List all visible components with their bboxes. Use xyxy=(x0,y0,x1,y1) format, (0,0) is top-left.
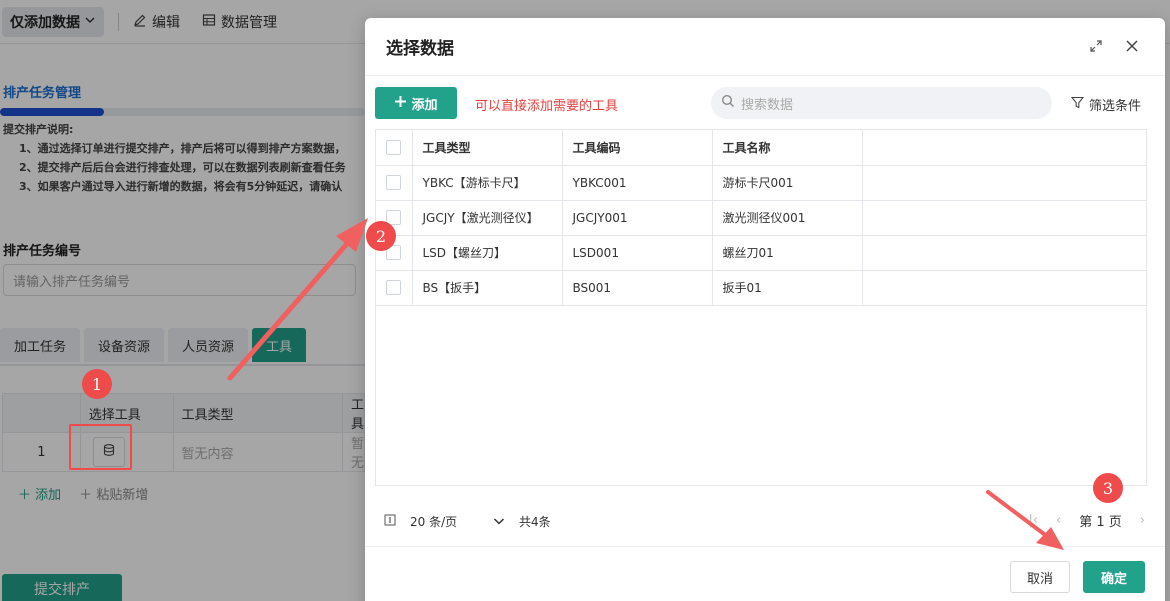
pagination-right: |‹ ‹ 第 1 页 › xyxy=(1028,511,1145,530)
column-header-name: 工具名称 xyxy=(712,130,863,166)
data-table-grid: 工具类型 工具编码 工具名称 YBKC【游标卡尺】 YBKC001 游标卡尺00… xyxy=(376,130,1146,306)
table-row[interactable]: BS【扳手】 BS001 扳手01 xyxy=(376,270,1146,306)
cell-code: LSD001 xyxy=(562,235,713,271)
dialog-add-label: 添加 xyxy=(411,97,438,113)
step-marker-1: 1 xyxy=(82,369,112,399)
cell-code: JGCJY001 xyxy=(562,200,713,236)
filter-button[interactable]: 筛选条件 xyxy=(1070,95,1142,114)
table-row[interactable]: JGCJY【激光测径仪】 JGCJY001 激光测径仪001 xyxy=(376,200,1146,236)
table-header-row: 工具类型 工具编码 工具名称 xyxy=(376,130,1146,166)
dialog-header-icons xyxy=(1088,38,1140,54)
page-size-select[interactable]: 20 条/页 xyxy=(410,513,505,530)
table-row[interactable]: YBKC【游标卡尺】 YBKC001 游标卡尺001 xyxy=(376,165,1146,201)
column-header-filler xyxy=(862,130,1146,166)
close-icon[interactable] xyxy=(1124,38,1140,54)
cell-filler xyxy=(862,235,1146,271)
cell-name: 游标卡尺001 xyxy=(712,165,863,201)
table-row[interactable]: LSD【螺丝刀】 LSD001 螺丝刀01 xyxy=(376,235,1146,271)
page-first-icon[interactable] xyxy=(384,514,396,529)
filter-icon xyxy=(1070,96,1085,113)
cell-code: BS001 xyxy=(562,270,713,306)
select-data-dialog: 选择数据 添加 可以直接添加需要的工具 搜索数据 筛选条件 工具类型 工具编码 … xyxy=(365,18,1165,601)
column-header-code: 工具编码 xyxy=(562,130,713,166)
page-size-value: 20 条/页 xyxy=(410,515,458,529)
plus-icon xyxy=(394,95,407,112)
cancel-button[interactable]: 取消 xyxy=(1010,561,1070,593)
row-checkbox-cell xyxy=(376,165,413,201)
select-all-cell xyxy=(376,130,413,166)
row-checkbox[interactable] xyxy=(386,175,401,190)
search-input[interactable]: 搜索数据 xyxy=(711,87,1052,119)
pagination: 20 条/页 共4条 |‹ ‹ 第 1 页 › xyxy=(375,510,1155,532)
cell-name: 激光测径仪001 xyxy=(712,200,863,236)
pagination-left: 20 条/页 共4条 xyxy=(384,513,551,530)
column-header-type: 工具类型 xyxy=(412,130,563,166)
cell-type: BS【扳手】 xyxy=(412,270,563,306)
search-placeholder: 搜索数据 xyxy=(741,97,794,113)
row-checkbox-cell xyxy=(376,270,413,306)
dialog-header: 选择数据 xyxy=(365,18,1165,76)
chevron-down-icon xyxy=(493,515,505,529)
filter-label: 筛选条件 xyxy=(1089,99,1142,114)
dialog-footer: 取消 确定 xyxy=(365,546,1165,601)
annotation-highlight-box xyxy=(69,424,132,470)
cell-filler xyxy=(862,200,1146,236)
next-page-icon[interactable]: › xyxy=(1140,513,1145,528)
data-table: 工具类型 工具编码 工具名称 YBKC【游标卡尺】 YBKC001 游标卡尺00… xyxy=(375,129,1147,486)
prev-page-icon[interactable]: ‹ xyxy=(1056,513,1061,528)
cell-type: YBKC【游标卡尺】 xyxy=(412,165,563,201)
expand-icon[interactable] xyxy=(1088,38,1104,54)
dialog-hint: 可以直接添加需要的工具 xyxy=(475,99,619,114)
step-marker-2: 2 xyxy=(366,221,396,251)
search-icon xyxy=(721,94,735,112)
cell-filler xyxy=(862,165,1146,201)
current-page: 第 1 页 xyxy=(1079,515,1122,530)
cell-type: JGCJY【激光测径仪】 xyxy=(412,200,563,236)
step-marker-3: 3 xyxy=(1093,473,1123,503)
cell-name: 螺丝刀01 xyxy=(712,235,863,271)
total-count: 共4条 xyxy=(518,515,551,529)
cell-type: LSD【螺丝刀】 xyxy=(412,235,563,271)
dialog-add-button[interactable]: 添加 xyxy=(375,87,457,119)
row-checkbox[interactable] xyxy=(386,280,401,295)
dialog-title: 选择数据 xyxy=(386,39,454,59)
cell-filler xyxy=(862,270,1146,306)
dialog-toolbar: 添加 可以直接添加需要的工具 搜索数据 筛选条件 xyxy=(375,87,1155,119)
confirm-button[interactable]: 确定 xyxy=(1083,561,1145,593)
cell-code: YBKC001 xyxy=(562,165,713,201)
cell-name: 扳手01 xyxy=(712,270,863,306)
select-all-checkbox[interactable] xyxy=(386,139,401,155)
first-page-icon[interactable]: |‹ xyxy=(1028,513,1038,528)
